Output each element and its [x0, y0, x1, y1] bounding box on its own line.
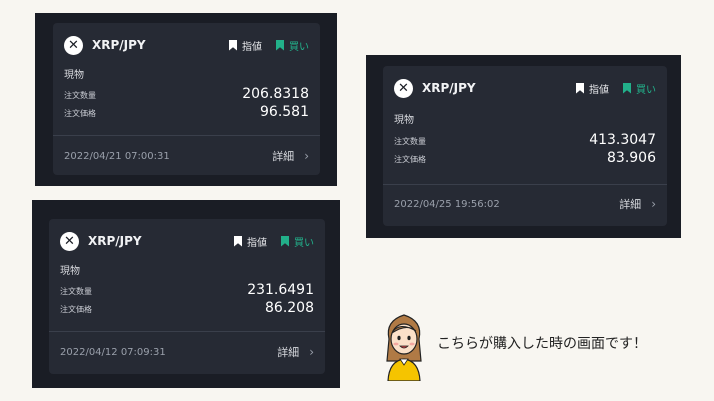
buy-label: 買い: [289, 41, 309, 53]
card-header: ✕ XRP/JPY 指値 買い: [60, 230, 314, 252]
quantity-label: 注文数量: [394, 137, 426, 146]
xrp-icon: ✕: [64, 35, 83, 55]
quantity-row: 注文数量 413.3047: [394, 132, 656, 148]
buy-tag: 買い: [623, 81, 656, 96]
bookmark-icon: [576, 82, 584, 94]
price-value: 83.906: [607, 150, 656, 166]
card-footer: 2022/04/25 19:56:02 詳細 ›: [394, 194, 656, 214]
buy-label: 買い: [294, 237, 314, 249]
details-button[interactable]: 詳細 ›: [277, 344, 314, 360]
price-label: 注文価格: [64, 109, 96, 118]
buy-tag: 買い: [281, 234, 314, 249]
order-kind: 現物: [394, 115, 414, 126]
order-card: ✕ XRP/JPY 指値 買い 現物 注文数量 206.8318 注文価格 96…: [53, 23, 320, 175]
limit-tag: 指値: [229, 38, 262, 53]
bookmark-icon: [276, 39, 284, 51]
divider: [383, 184, 667, 185]
pair-label: XRP/JPY: [422, 81, 476, 95]
details-button[interactable]: 詳細 ›: [619, 196, 656, 212]
quantity-value: 231.6491: [247, 282, 314, 298]
buy-label: 買い: [636, 84, 656, 96]
details-label: 詳細: [277, 346, 300, 359]
card-header: ✕ XRP/JPY 指値 買い: [394, 77, 656, 99]
price-row: 注文価格 86.208: [60, 300, 314, 316]
limit-label: 指値: [247, 237, 267, 249]
screenshot-panel-3: ✕ XRP/JPY 指値 買い 現物 注文数量 231.6491 注文価格 86…: [32, 200, 340, 388]
bookmark-icon: [234, 235, 242, 247]
order-card: ✕ XRP/JPY 指値 買い 現物 注文数量 413.3047 注文価格 83…: [383, 66, 667, 226]
order-kind: 現物: [64, 70, 84, 81]
price-row: 注文価格 83.906: [394, 150, 656, 166]
avatar-illustration: [386, 314, 422, 381]
order-tags: 指値 買い: [234, 234, 314, 249]
chevron-right-icon: ›: [304, 149, 309, 163]
xrp-icon: ✕: [60, 231, 79, 251]
price-row: 注文価格 96.581: [64, 104, 309, 120]
order-kind: 現物: [60, 266, 80, 277]
bookmark-icon: [623, 82, 631, 94]
card-footer: 2022/04/12 07:09:31 詳細 ›: [60, 342, 314, 362]
limit-tag: 指値: [576, 81, 609, 96]
bookmark-icon: [229, 39, 237, 51]
pair-label: XRP/JPY: [92, 38, 146, 52]
price-label: 注文価格: [60, 305, 92, 314]
order-timestamp: 2022/04/25 19:56:02: [394, 198, 500, 210]
order-tags: 指値 買い: [576, 81, 656, 96]
details-button[interactable]: 詳細 ›: [272, 148, 309, 164]
card-header: ✕ XRP/JPY 指値 買い: [64, 34, 309, 56]
details-label: 詳細: [272, 150, 295, 163]
caption-text: こちらが購入した時の画面です！: [437, 336, 647, 352]
xrp-icon: ✕: [394, 78, 413, 98]
details-label: 詳細: [619, 198, 642, 211]
limit-tag: 指値: [234, 234, 267, 249]
buy-tag: 買い: [276, 38, 309, 53]
limit-label: 指値: [242, 41, 262, 53]
price-value: 86.208: [265, 300, 314, 316]
screenshot-panel-2: ✕ XRP/JPY 指値 買い 現物 注文数量 413.3047 注文価格 83…: [366, 55, 681, 238]
chevron-right-icon: ›: [651, 197, 656, 211]
order-timestamp: 2022/04/21 07:00:31: [64, 150, 170, 162]
card-footer: 2022/04/21 07:00:31 詳細 ›: [64, 146, 309, 166]
price-label: 注文価格: [394, 155, 426, 164]
quantity-label: 注文数量: [60, 287, 92, 296]
order-card: ✕ XRP/JPY 指値 買い 現物 注文数量 231.6491 注文価格 86…: [49, 219, 325, 374]
quantity-row: 注文数量 231.6491: [60, 282, 314, 298]
quantity-value: 206.8318: [242, 86, 309, 102]
bookmark-icon: [281, 235, 289, 247]
divider: [53, 135, 320, 136]
pair-label: XRP/JPY: [88, 234, 142, 248]
quantity-value: 413.3047: [589, 132, 656, 148]
limit-label: 指値: [589, 84, 609, 96]
quantity-label: 注文数量: [64, 91, 96, 100]
order-tags: 指値 買い: [229, 38, 309, 53]
quantity-row: 注文数量 206.8318: [64, 86, 309, 102]
chevron-right-icon: ›: [309, 345, 314, 359]
screenshot-panel-1: ✕ XRP/JPY 指値 買い 現物 注文数量 206.8318 注文価格 96…: [35, 13, 337, 186]
divider: [49, 331, 325, 332]
order-timestamp: 2022/04/12 07:09:31: [60, 346, 166, 358]
price-value: 96.581: [260, 104, 309, 120]
